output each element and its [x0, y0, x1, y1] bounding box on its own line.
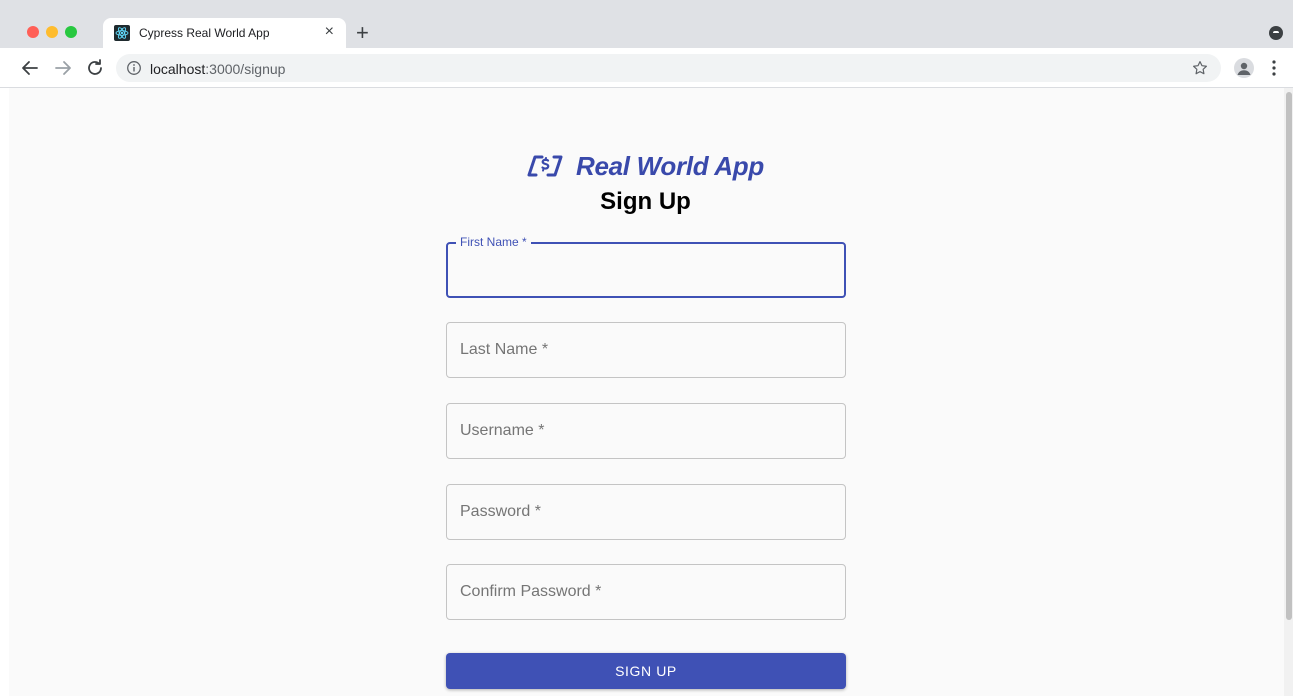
maximize-window-button[interactable]	[65, 26, 77, 38]
close-window-button[interactable]	[27, 26, 39, 38]
first-name-field[interactable]: First Name *	[446, 235, 846, 298]
browser-tab[interactable]: Cypress Real World App ×	[103, 18, 346, 48]
confirm-password-input[interactable]	[447, 565, 845, 619]
browser-toolbar: localhost:3000/signup	[0, 48, 1293, 88]
password-input[interactable]	[447, 485, 845, 539]
window-controls	[27, 26, 77, 38]
username-field[interactable]: Username *	[446, 403, 846, 459]
sign-up-button[interactable]: SIGN UP	[446, 653, 846, 689]
logo-text: Real World App	[576, 150, 764, 181]
first-name-input[interactable]	[448, 244, 844, 296]
app-logo: Real World App	[526, 150, 764, 182]
url-path: :3000/signup	[205, 61, 286, 77]
reload-icon[interactable]	[83, 56, 107, 80]
password-field[interactable]: Password *	[446, 484, 846, 540]
confirm-password-field[interactable]: Confirm Password *	[446, 564, 846, 620]
new-tab-button[interactable]: +	[356, 21, 369, 45]
profile-icon[interactable]	[1234, 58, 1254, 78]
chrome-profile-icon[interactable]	[1269, 26, 1283, 40]
forward-arrow-icon[interactable]	[51, 56, 75, 80]
last-name-field[interactable]: Last Name *	[446, 322, 846, 378]
address-bar[interactable]: localhost:3000/signup	[116, 54, 1221, 82]
menu-dots-icon[interactable]	[1266, 58, 1282, 78]
username-input[interactable]	[447, 404, 845, 458]
browser-tab-strip: Cypress Real World App × +	[0, 0, 1293, 48]
last-name-input[interactable]	[447, 323, 845, 377]
url-host: localhost	[150, 61, 206, 77]
page-title: Sign Up	[600, 188, 691, 215]
logo-icon	[527, 155, 563, 177]
back-arrow-icon[interactable]	[18, 56, 42, 80]
info-icon[interactable]	[126, 60, 142, 76]
tab-title: Cypress Real World App	[139, 26, 270, 40]
react-favicon-icon	[114, 25, 130, 41]
star-icon[interactable]	[1191, 59, 1209, 77]
tab-close-icon[interactable]: ×	[325, 23, 334, 41]
minimize-window-button[interactable]	[46, 26, 58, 38]
url-text: localhost:3000/signup	[150, 61, 285, 77]
scrollbar-thumb[interactable]	[1286, 92, 1292, 620]
